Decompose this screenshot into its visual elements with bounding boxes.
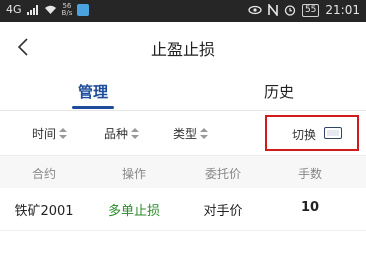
switch-view-icon <box>324 127 342 139</box>
table-header: 合约 操作 委托价 手数 <box>0 155 366 188</box>
filter-time-label: 时间 <box>32 127 57 141</box>
column-header-lots: 手数 <box>297 167 322 181</box>
signal-bars-icon <box>26 5 38 15</box>
wifi-icon <box>44 5 56 14</box>
sort-icon <box>59 128 68 139</box>
cell-price: 对手价 <box>203 204 243 219</box>
battery-icon: 55 <box>301 3 320 17</box>
notification-app-icon <box>77 4 90 16</box>
column-header-action: 操作 <box>121 167 146 181</box>
column-header-price: 委托价 <box>204 167 241 181</box>
active-tab-indicator <box>72 106 114 109</box>
switch-view-label: 切换 <box>292 128 317 142</box>
tab-history[interactable]: 历史 <box>246 81 312 102</box>
filter-time[interactable]: 时间 <box>32 125 68 142</box>
cell-action: 多单止损 <box>107 204 160 219</box>
tab-bar: 管理 历史 <box>0 72 366 111</box>
signal-indicator: 4G <box>6 3 22 16</box>
filter-type[interactable]: 类型 <box>173 125 209 142</box>
filter-type-label: 类型 <box>173 127 198 141</box>
page-title: 止盈止损 <box>150 40 215 59</box>
status-right: 55 21:01 <box>248 3 360 17</box>
status-bar: 4G 56 B/s 55 21:01 <box>0 0 366 22</box>
filter-variety-label: 品种 <box>104 127 129 141</box>
filter-bar: 时间 品种 类型 切换 <box>0 111 366 155</box>
filter-variety[interactable]: 品种 <box>104 125 140 142</box>
network-speed-unit: B/s <box>61 9 73 17</box>
sort-icon <box>131 128 140 139</box>
sort-icon <box>200 128 209 139</box>
switch-view-button[interactable]: 切换 <box>265 115 359 151</box>
nfc-icon <box>268 4 278 16</box>
tab-manage[interactable]: 管理 <box>60 81 126 102</box>
eye-icon <box>248 5 262 15</box>
title-bar: 止盈止损 <box>0 22 366 72</box>
status-time: 21:01 <box>325 3 360 17</box>
alarm-icon <box>284 5 296 16</box>
cell-contract: 铁矿2001 <box>14 204 74 219</box>
network-speed: 56 B/s <box>62 3 73 17</box>
cell-lots: 10 <box>300 200 320 215</box>
table-row[interactable]: 铁矿2001 多单止损 对手价 10 <box>0 188 366 231</box>
status-left: 4G 56 B/s <box>6 3 90 17</box>
column-header-contract: 合约 <box>31 167 56 181</box>
